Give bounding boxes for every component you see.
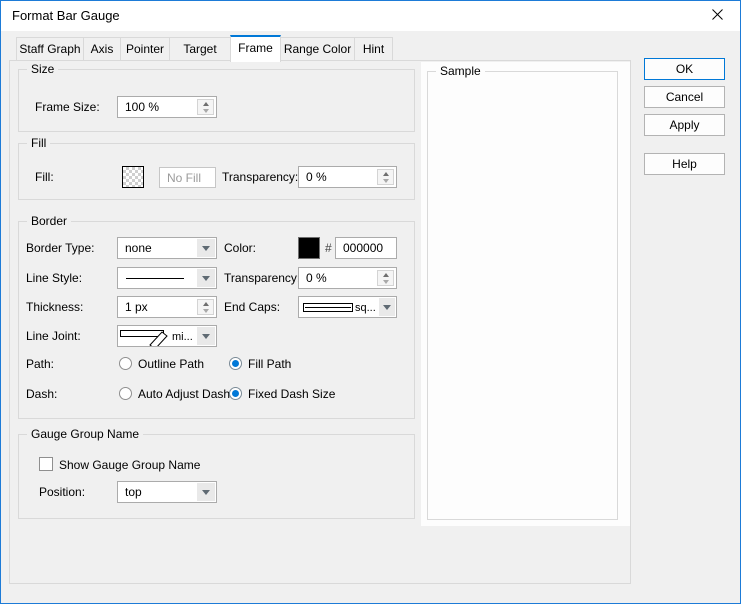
border-transparency-value: 0 % xyxy=(306,271,327,285)
format-bar-gauge-dialog: Format Bar Gauge Staff Graph Axis Pointe… xyxy=(0,0,741,604)
tab-target[interactable]: Target xyxy=(169,37,231,61)
spinner-up-icon[interactable] xyxy=(378,170,393,177)
position-value: top xyxy=(125,485,142,499)
combo-arrow-button[interactable] xyxy=(197,483,215,501)
combo-arrow-button[interactable] xyxy=(197,269,215,287)
frame-size-value: 100 % xyxy=(125,100,159,114)
fill-label: Fill: xyxy=(35,166,54,188)
tab-pointer[interactable]: Pointer xyxy=(120,37,170,61)
chevron-down-icon xyxy=(202,276,210,281)
color-hash-sign: # xyxy=(325,237,332,259)
spinner-up-icon[interactable] xyxy=(198,100,213,107)
end-caps-label: End Caps: xyxy=(224,296,280,318)
fixed-dash-size-radio[interactable] xyxy=(229,387,242,400)
solid-line-icon xyxy=(126,278,184,279)
help-button[interactable]: Help xyxy=(644,153,725,175)
border-color-swatch[interactable] xyxy=(298,237,320,259)
dash-label: Dash: xyxy=(26,383,57,405)
fill-transparency-input[interactable]: 0 % xyxy=(298,166,397,188)
spinner-down-icon[interactable] xyxy=(378,278,393,285)
tab-axis[interactable]: Axis xyxy=(83,37,121,61)
position-combo[interactable]: top xyxy=(117,481,217,503)
tab-hint[interactable]: Hint xyxy=(354,37,393,61)
chevron-down-icon xyxy=(383,305,391,310)
spinner-up-icon[interactable] xyxy=(198,300,213,307)
combo-arrow-button[interactable] xyxy=(197,239,215,257)
spinner-down-icon[interactable] xyxy=(198,107,213,114)
fill-transparency-label: Transparency: xyxy=(222,166,298,188)
border-transparency-input[interactable]: 0 % xyxy=(298,267,397,289)
auto-adjust-dash-label[interactable]: Auto Adjust Dash xyxy=(138,387,230,401)
apply-button[interactable]: Apply xyxy=(644,114,725,136)
fill-group-legend: Fill xyxy=(27,136,50,151)
square-cap-icon xyxy=(303,297,353,317)
border-transparency-label: Transparency: xyxy=(224,267,300,289)
line-style-combo[interactable] xyxy=(117,267,217,289)
combo-arrow-button[interactable] xyxy=(379,298,395,316)
fill-path-label[interactable]: Fill Path xyxy=(248,357,291,371)
border-color-hex-input[interactable]: 000000 xyxy=(335,237,397,259)
cancel-button[interactable]: Cancel xyxy=(644,86,725,108)
path-label: Path: xyxy=(26,353,54,375)
spinner-down-icon[interactable] xyxy=(198,307,213,314)
border-color-label: Color: xyxy=(224,237,256,259)
show-gauge-group-name-label[interactable]: Show Gauge Group Name xyxy=(59,458,200,472)
titlebar: Format Bar Gauge xyxy=(1,1,740,31)
chevron-down-icon xyxy=(202,490,210,495)
thickness-input[interactable]: 1 px xyxy=(117,296,217,318)
spinner-up-icon[interactable] xyxy=(378,271,393,278)
line-joint-combo[interactable]: mi... xyxy=(117,325,217,347)
thickness-label: Thickness: xyxy=(26,296,83,318)
border-type-combo[interactable]: none xyxy=(117,237,217,259)
show-gauge-group-name-checkbox[interactable] xyxy=(39,457,53,471)
border-type-label: Border Type: xyxy=(26,237,94,259)
thickness-spinner xyxy=(197,299,214,315)
frame-size-input[interactable]: 100 % xyxy=(117,96,217,118)
close-icon xyxy=(712,9,723,23)
ok-button[interactable]: OK xyxy=(644,58,725,80)
chevron-down-icon xyxy=(202,246,210,251)
sample-group-legend: Sample xyxy=(436,64,485,79)
border-type-value: none xyxy=(125,241,152,255)
chevron-down-icon xyxy=(202,334,210,339)
combo-arrow-button[interactable] xyxy=(197,327,215,345)
fill-value-field[interactable]: No Fill xyxy=(159,167,216,188)
tab-staff-graph[interactable]: Staff Graph xyxy=(16,37,84,61)
line-style-label: Line Style: xyxy=(26,267,82,289)
sample-group: Sample xyxy=(427,71,618,520)
tab-bar: Staff Graph Axis Pointer Target Frame Ra… xyxy=(16,37,393,62)
end-caps-value: sq... xyxy=(355,302,376,314)
window-title: Format Bar Gauge xyxy=(12,1,120,31)
tab-range-color[interactable]: Range Color xyxy=(280,37,355,61)
gauge-group-legend: Gauge Group Name xyxy=(27,427,143,442)
tab-frame[interactable]: Frame xyxy=(230,35,281,62)
fixed-dash-size-label[interactable]: Fixed Dash Size xyxy=(248,387,335,401)
fill-transparency-spinner xyxy=(377,169,394,185)
border-group-legend: Border xyxy=(27,214,71,229)
fill-value: No Fill xyxy=(167,171,201,185)
border-transparency-spinner xyxy=(377,270,394,286)
outline-path-label[interactable]: Outline Path xyxy=(138,357,204,371)
thickness-value: 1 px xyxy=(125,300,148,314)
frame-size-label: Frame Size: xyxy=(35,96,100,118)
fill-swatch-button[interactable] xyxy=(122,166,144,188)
fill-path-radio[interactable] xyxy=(229,357,242,370)
frame-size-spinner xyxy=(197,99,214,115)
border-color-hex-value: 000000 xyxy=(343,241,383,255)
gauge-group-name-group: Gauge Group Name xyxy=(18,434,415,519)
end-caps-combo[interactable]: sq... xyxy=(298,296,397,318)
miter-joint-icon xyxy=(120,326,172,346)
size-group-legend: Size xyxy=(27,62,58,77)
close-button[interactable] xyxy=(695,1,740,30)
line-joint-value: mi... xyxy=(172,331,193,343)
position-label: Position: xyxy=(39,481,85,503)
fill-transparency-value: 0 % xyxy=(306,170,327,184)
outline-path-radio[interactable] xyxy=(119,357,132,370)
auto-adjust-dash-radio[interactable] xyxy=(119,387,132,400)
spinner-down-icon[interactable] xyxy=(378,177,393,184)
line-joint-label: Line Joint: xyxy=(26,325,81,347)
